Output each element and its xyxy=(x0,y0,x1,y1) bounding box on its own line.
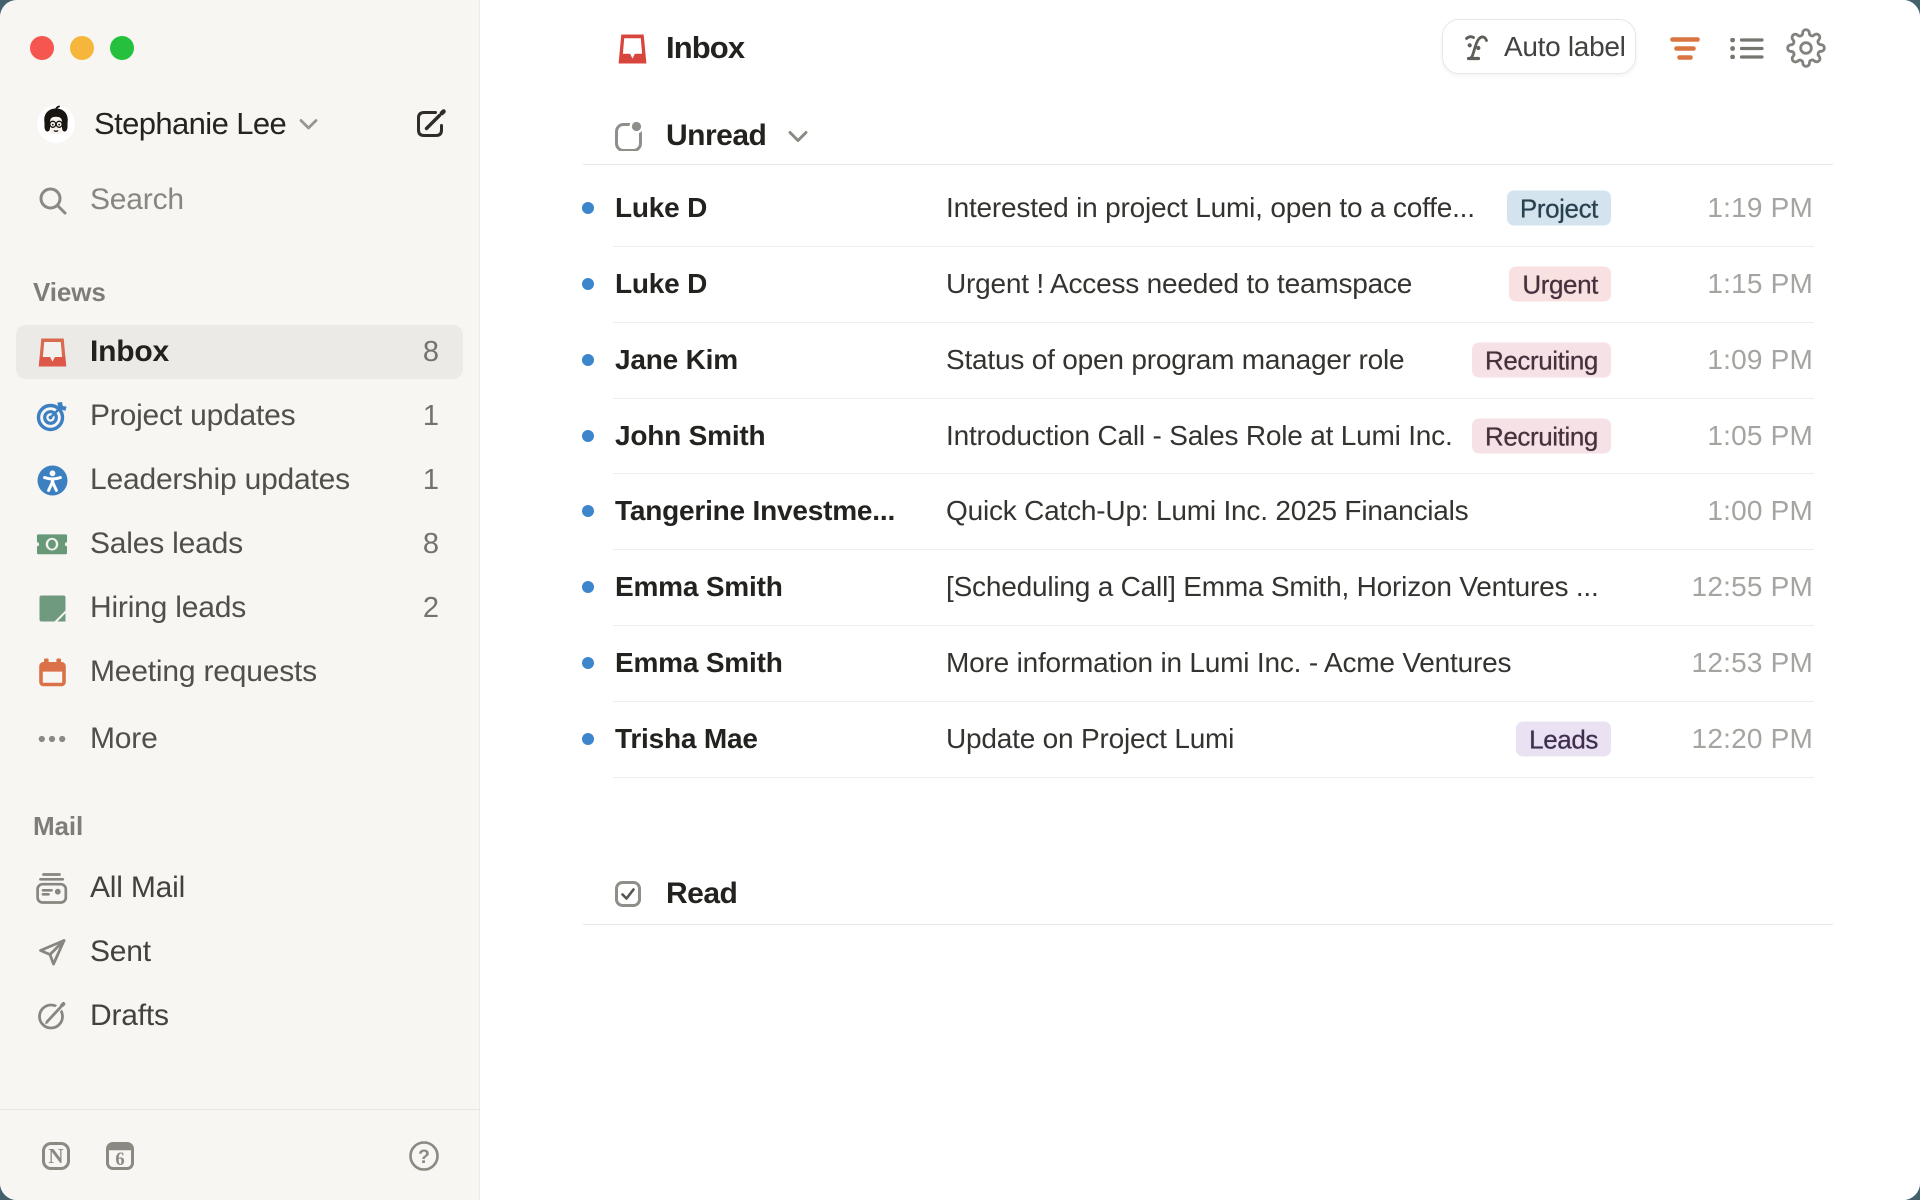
svg-text:6: 6 xyxy=(115,1150,124,1170)
svg-text:?: ? xyxy=(418,1146,430,1168)
svg-text:N: N xyxy=(48,1144,63,1168)
